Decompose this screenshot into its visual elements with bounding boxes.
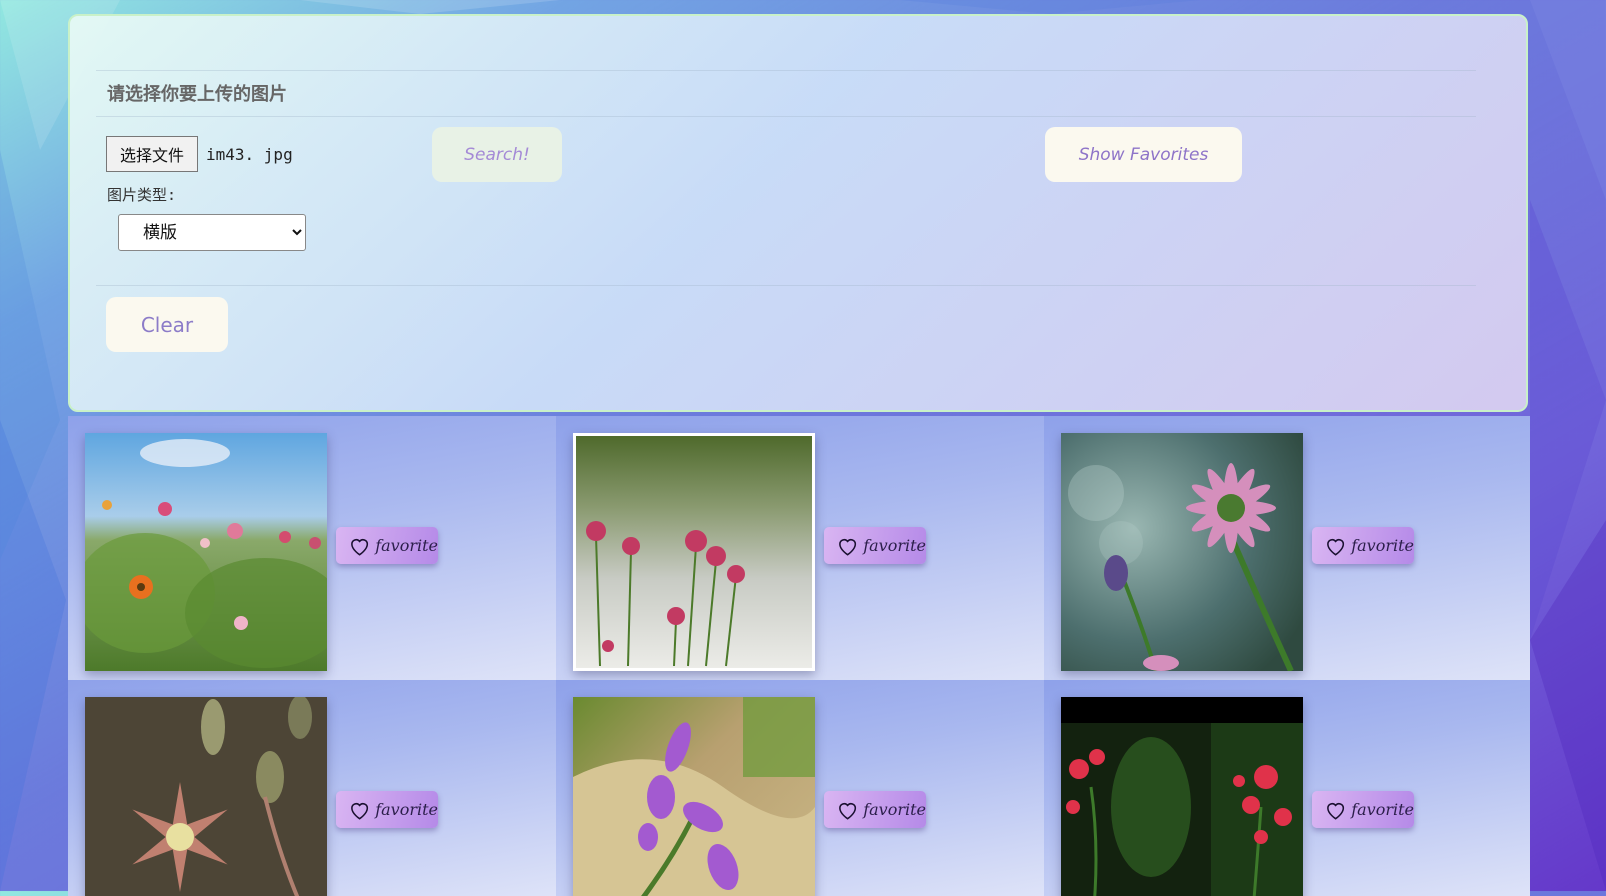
favorite-label: favorite	[1351, 536, 1414, 555]
heart-outline-icon	[351, 802, 369, 820]
favorite-label: favorite	[375, 536, 438, 555]
upload-title: 请选择你要上传的图片	[107, 84, 287, 105]
divider	[96, 70, 1476, 71]
clear-button[interactable]: Clear	[106, 297, 228, 352]
flower-photo-red-blossoms[interactable]	[1061, 697, 1303, 896]
heart-outline-icon	[1327, 538, 1345, 556]
favorite-button[interactable]: favorite	[824, 527, 926, 564]
upload-panel	[68, 14, 1528, 412]
show-favorites-button[interactable]: Show Favorites	[1045, 127, 1242, 182]
flower-photo-violet-flower[interactable]	[573, 697, 815, 896]
gallery-grid: favorite favorite favorite favorite favo…	[68, 416, 1530, 896]
heart-outline-icon	[839, 538, 857, 556]
favorite-button[interactable]: favorite	[336, 527, 438, 564]
heart-outline-icon	[1327, 802, 1345, 820]
search-button[interactable]: Search!	[432, 127, 562, 182]
divider	[96, 285, 1476, 286]
flower-photo-purple-daisy[interactable]	[1061, 433, 1303, 671]
image-type-label: 图片类型:	[107, 186, 177, 204]
flower-photo-star-flower[interactable]	[85, 697, 327, 896]
favorite-button[interactable]: favorite	[824, 791, 926, 828]
gallery-item: favorite	[68, 416, 556, 680]
selected-file-name: im43. jpg	[206, 145, 293, 164]
favorite-label: favorite	[1351, 800, 1414, 819]
image-type-select[interactable]: 横版	[118, 214, 306, 251]
gallery-item: favorite	[1044, 680, 1530, 896]
gallery-item: favorite	[1044, 416, 1530, 680]
divider	[96, 116, 1476, 117]
heart-outline-icon	[351, 538, 369, 556]
flower-photo-pink-daisies[interactable]	[573, 433, 815, 671]
gallery-item: favorite	[556, 416, 1044, 680]
favorite-button[interactable]: favorite	[1312, 791, 1414, 828]
gallery-item: favorite	[556, 680, 1044, 896]
choose-file-button[interactable]: 选择文件	[106, 136, 198, 172]
gallery-item: favorite	[68, 680, 556, 896]
favorite-button[interactable]: favorite	[336, 791, 438, 828]
favorite-button[interactable]: favorite	[1312, 527, 1414, 564]
heart-outline-icon	[839, 802, 857, 820]
favorite-label: favorite	[375, 800, 438, 819]
favorite-label: favorite	[863, 536, 926, 555]
favorite-label: favorite	[863, 800, 926, 819]
flower-photo-wildflower-field[interactable]	[85, 433, 327, 671]
